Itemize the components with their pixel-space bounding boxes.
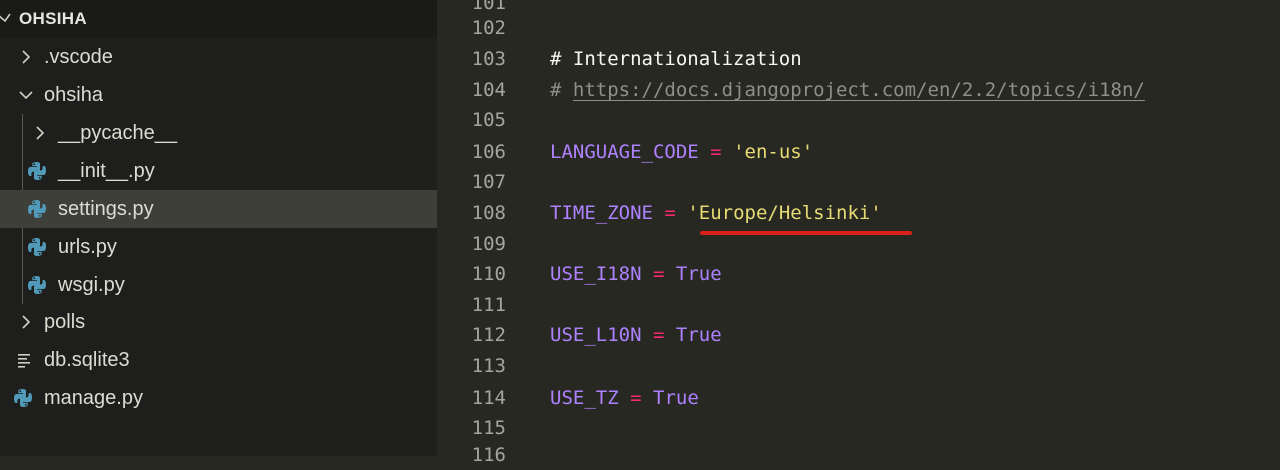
line-number: 102 xyxy=(471,17,506,39)
tree-item-settings-py[interactable]: settings.py xyxy=(0,190,437,228)
code-line[interactable]: 107 xyxy=(437,167,1280,197)
tree-item-label: urls.py xyxy=(58,236,117,258)
code-operator: = xyxy=(630,387,642,409)
tree-item-db-sqlite3[interactable]: db.sqlite3 xyxy=(0,341,437,379)
tree-item-label: polls xyxy=(44,311,86,333)
chevron-down-icon xyxy=(0,13,11,23)
code-line[interactable]: 113 xyxy=(437,351,1280,381)
line-number: 103 xyxy=(471,48,506,70)
code-identifier: LANGUAGE_CODE xyxy=(550,141,699,163)
code-string: 'en-us' xyxy=(733,141,814,163)
python-file-icon xyxy=(28,162,46,180)
code-boolean: True xyxy=(675,324,722,346)
chevron-right-icon xyxy=(36,126,45,140)
code-operator: = xyxy=(652,324,665,346)
code-line[interactable]: 110 USE_I18N = True xyxy=(437,259,1280,289)
line-number: 115 xyxy=(471,417,506,439)
code-editor[interactable]: 101 102 103 # Internationalization 104 #… xyxy=(437,0,1280,466)
code-line[interactable]: 115 xyxy=(437,413,1280,443)
line-number: 109 xyxy=(471,233,506,255)
code-line[interactable]: 114 USE_TZ = True xyxy=(437,383,1280,413)
line-number: 104 xyxy=(471,79,506,101)
tree-item-init-py[interactable]: __init__.py xyxy=(0,152,437,190)
code-comment: # xyxy=(550,79,573,101)
python-file-icon xyxy=(28,200,46,218)
tree-item-label: wsgi.py xyxy=(58,274,125,296)
code-identifier: USE_L10N xyxy=(550,324,642,346)
chevron-right-icon xyxy=(22,50,31,64)
tree-item-wsgi-py[interactable]: wsgi.py xyxy=(0,266,437,304)
code-line[interactable]: 116 xyxy=(437,440,1280,470)
chevron-right-icon xyxy=(22,315,31,329)
tree-item-ohsiha[interactable]: ohsiha xyxy=(0,76,437,114)
code-boolean: True xyxy=(675,263,722,285)
text-file-icon xyxy=(18,354,30,368)
code-line[interactable]: 103 # Internationalization xyxy=(437,44,1280,74)
code-identifier: TIME_ZONE xyxy=(550,202,653,224)
line-number: 106 xyxy=(471,141,506,163)
tree-item-label: __init__.py xyxy=(58,160,155,182)
code-operator: = xyxy=(664,202,676,224)
code-line[interactable]: 106 LANGUAGE_CODE = 'en-us' xyxy=(437,137,1280,167)
line-number: 113 xyxy=(471,355,506,377)
explorer-folder-header[interactable]: OHSIHA xyxy=(0,0,437,38)
explorer-folder-title: OHSIHA xyxy=(19,9,87,28)
python-file-icon xyxy=(28,276,46,294)
line-number: 108 xyxy=(471,202,506,224)
tree-item-urls-py[interactable]: urls.py xyxy=(0,228,437,266)
code-boolean: True xyxy=(653,387,699,409)
line-number: 111 xyxy=(471,294,506,316)
chevron-down-icon xyxy=(19,91,33,100)
tree-item-label: ohsiha xyxy=(44,84,103,106)
line-number: 114 xyxy=(471,387,506,409)
code-line[interactable]: 105 xyxy=(437,105,1280,135)
code-operator: = xyxy=(652,263,665,285)
tree-item-pycache[interactable]: __pycache__ xyxy=(0,114,437,152)
code-line[interactable]: 104 # https://docs.djangoproject.com/en/… xyxy=(437,75,1280,105)
tree-item-label: settings.py xyxy=(58,198,154,220)
tree-item-label: __pycache__ xyxy=(58,122,177,144)
line-number: 116 xyxy=(471,444,506,466)
tree-item-manage-py[interactable]: manage.py xyxy=(0,379,437,417)
code-line[interactable]: 102 xyxy=(437,13,1280,43)
line-number: 112 xyxy=(471,324,506,346)
code-url-link[interactable]: https://docs.djangoproject.com/en/2.2/to… xyxy=(573,79,1145,101)
code-identifier: USE_TZ xyxy=(550,387,619,409)
code-line[interactable]: 108 TIME_ZONE = 'Europe/Helsinki' xyxy=(437,198,1280,228)
tree-item-polls[interactable]: polls xyxy=(0,303,437,341)
code-identifier: USE_I18N xyxy=(550,263,642,285)
tree-item-label: manage.py xyxy=(44,387,143,409)
python-file-icon xyxy=(14,389,32,407)
code-string: 'Europe/Helsinki' xyxy=(687,202,882,224)
code-line[interactable]: 111 xyxy=(437,290,1280,320)
explorer-sidebar: OHSIHA .vscode ohsiha __pycache__ __init… xyxy=(0,0,437,456)
python-file-icon xyxy=(28,238,46,256)
tree-item-label: .vscode xyxy=(44,46,113,68)
code-comment: # Internationalization xyxy=(550,48,802,70)
tree-item-vscode[interactable]: .vscode xyxy=(0,38,437,76)
line-number: 110 xyxy=(471,263,506,285)
line-number: 107 xyxy=(471,171,506,193)
tree-item-label: db.sqlite3 xyxy=(44,349,130,371)
line-number: 105 xyxy=(471,109,506,131)
code-operator: = xyxy=(710,141,722,163)
code-line[interactable]: 112 USE_L10N = True xyxy=(437,320,1280,350)
annotation-underline xyxy=(700,231,912,235)
